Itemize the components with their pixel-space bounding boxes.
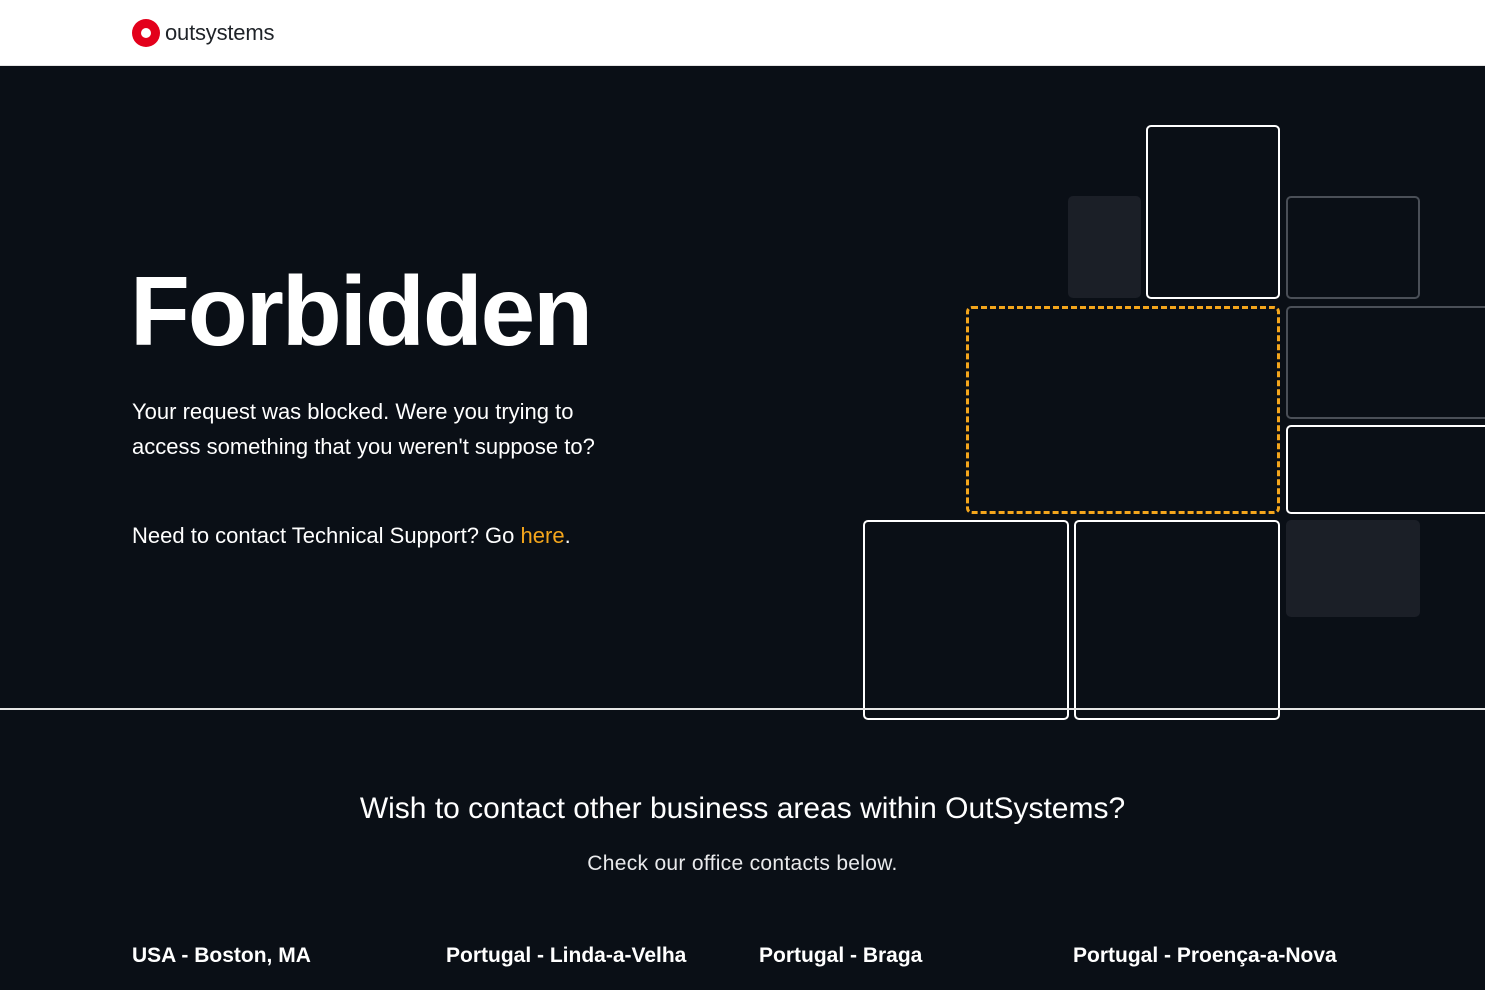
hero-section: Forbidden Your request was blocked. Were…: [0, 66, 1485, 720]
outsystems-logo[interactable]: outsystems: [132, 18, 274, 48]
support-text: Need to contact Technical Support? Go he…: [132, 518, 571, 553]
illustration-block: [1074, 520, 1280, 720]
blocked-description: Your request was blocked. Were you tryin…: [132, 399, 595, 459]
logo-text: outsystems: [165, 20, 275, 45]
support-here-link[interactable]: here: [521, 523, 565, 548]
contacts-subtitle: Check our office contacts below.: [587, 852, 898, 875]
outsystems-logo-icon: [132, 19, 160, 47]
office-name-linda-a-velha: Portugal - Linda-a-Velha: [446, 944, 687, 967]
illustration-block: [1286, 196, 1420, 299]
contacts-title: Wish to contact other business areas wit…: [359, 792, 1126, 825]
illustration-block: [1068, 196, 1141, 298]
illustration-block: [1286, 306, 1485, 419]
illustration-block: [1286, 520, 1420, 617]
office-name-boston: USA - Boston, MA: [132, 944, 311, 967]
illustration-block: [1146, 125, 1280, 299]
illustration-dashed-block: [966, 306, 1280, 514]
office-name-proenca-a-nova: Portugal - Proença-a-Nova: [1073, 944, 1337, 967]
page-title: Forbidden: [130, 256, 593, 366]
section-divider: [0, 708, 1485, 710]
support-text-prefix: Need to contact Technical Support? Go: [132, 523, 521, 548]
illustration-block: [1286, 425, 1485, 514]
office-name-braga: Portugal - Braga: [759, 944, 923, 967]
support-text-suffix: .: [564, 523, 571, 548]
top-bar: outsystems: [0, 0, 1485, 66]
illustration-block: [863, 520, 1069, 720]
